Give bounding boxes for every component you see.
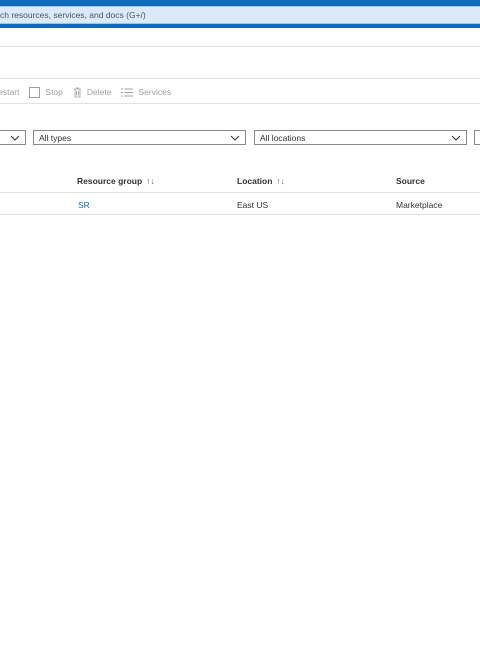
list-icon [121, 88, 134, 96]
column-header-label: Resource group [77, 176, 143, 186]
sort-icon: ↑↓ [146, 176, 155, 186]
column-header-label: Source [396, 176, 425, 186]
search-placeholder: ch resources, services, and docs (G+/) [0, 10, 146, 20]
tags-filter-dropdown[interactable] [474, 130, 480, 145]
column-header-source: Source [396, 176, 425, 186]
restart-label: Restart [0, 87, 20, 97]
sort-icon: ↑↓ [276, 176, 285, 186]
stop-button[interactable]: Stop [29, 86, 63, 98]
divider [0, 78, 480, 79]
stop-icon [29, 86, 41, 98]
delete-button[interactable]: Delete [73, 87, 112, 98]
location-filter-dropdown[interactable]: All locations [254, 130, 467, 145]
type-filter-value: All types [39, 133, 72, 143]
restart-button[interactable]: Restart [0, 87, 19, 97]
services-label: Services [138, 87, 172, 97]
divider [0, 214, 480, 215]
resource-group-link[interactable]: SR [78, 200, 90, 210]
subscription-filter-dropdown[interactable] [0, 130, 26, 145]
divider [0, 103, 480, 104]
location-cell: East US [237, 200, 269, 210]
delete-label: Delete [86, 87, 112, 97]
type-filter-dropdown[interactable]: All types [33, 130, 246, 145]
column-header-label: Location [237, 176, 273, 186]
services-button[interactable]: Services [121, 87, 171, 97]
chevron-down-icon [230, 135, 240, 141]
location-filter-value: All locations [260, 133, 306, 143]
chevron-down-icon [10, 135, 20, 141]
global-search-input[interactable]: ch resources, services, and docs (G+/) [0, 6, 480, 24]
stop-label: Stop [45, 87, 63, 97]
column-header-resource-group[interactable]: Resource group ↑↓ [77, 176, 155, 186]
divider [0, 192, 480, 193]
divider [0, 46, 480, 47]
command-toolbar: Restart Stop Delete Services [0, 84, 181, 100]
source-cell: Marketplace [396, 200, 443, 210]
trash-icon [73, 87, 81, 97]
column-header-location[interactable]: Location ↑↓ [237, 176, 285, 186]
chevron-down-icon [451, 135, 461, 141]
